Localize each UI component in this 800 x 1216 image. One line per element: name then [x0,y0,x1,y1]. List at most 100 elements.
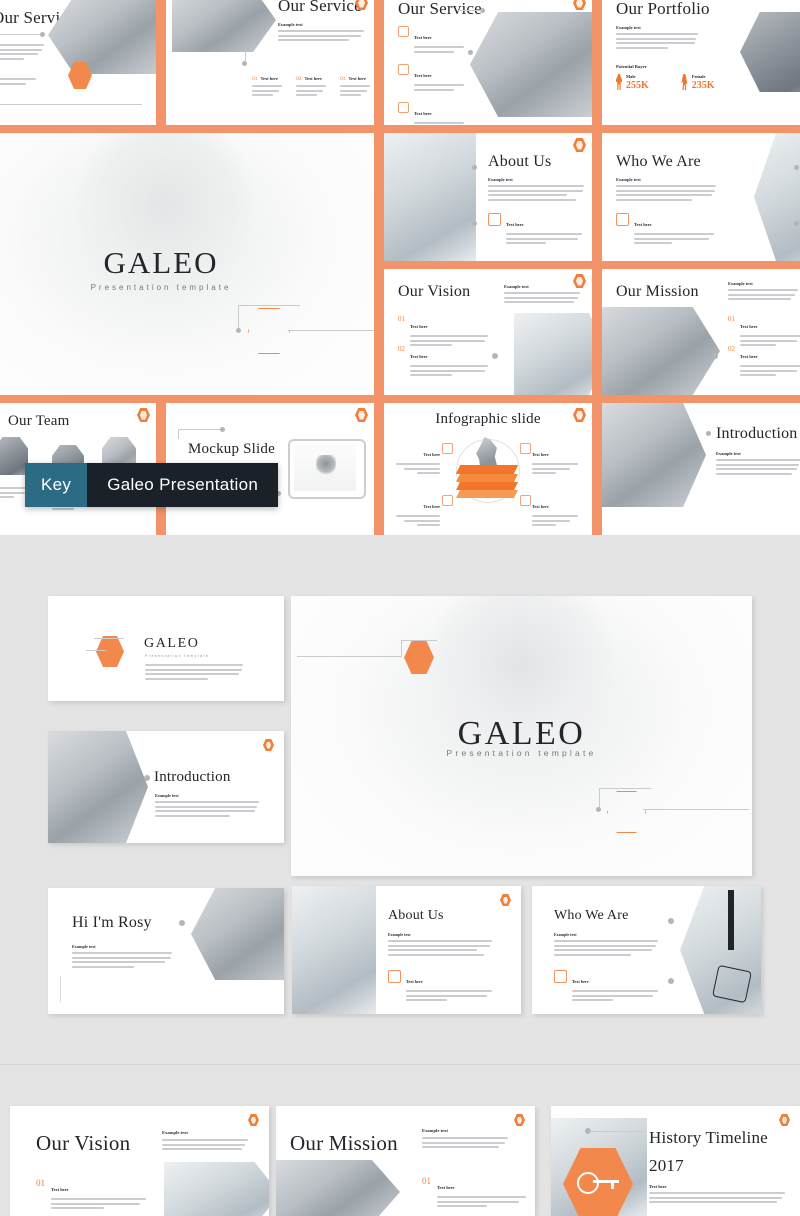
service-number: 03 [340,76,346,82]
card-photo [164,1162,269,1216]
slide-body-text [278,30,364,44]
showcase-card-who-we-are[interactable]: Who We Are Example text Text here [532,886,761,1014]
slide-title: Our Vision [398,283,471,300]
buyer-stat-value: 255K [626,80,649,91]
slide-photo [754,133,800,261]
service-column: 03 Text here [340,76,370,99]
feature-label: Text here [414,111,432,116]
slide-photo [514,313,592,395]
bell-icon [520,495,531,506]
card-feature-item: Text here [388,970,492,1004]
vision-label: Text here [51,1187,69,1192]
grid-slide-about-us[interactable]: About Us Example text Text here [384,133,592,261]
people-icon [398,26,409,37]
connector-line [589,1131,645,1132]
infographic-item: Text here [396,495,440,529]
card-title: GALEO [144,636,200,651]
showcase-card-about-us[interactable]: About Us Example text Text here [292,886,521,1014]
mission-number: 02 [728,345,735,353]
grid-slide-galeo-hero[interactable]: GALEO Presentation template [0,133,374,395]
mission-label: Text here [740,354,758,359]
service-label: Text here [304,76,322,81]
showcase-card-galeo-hero[interactable]: GALEO Presentation template [291,596,752,876]
card-photo [292,886,376,1014]
connector-line [297,656,401,657]
card-body-text [155,801,259,819]
showcase-section-upper: GALEO Presentation template Introduction… [0,535,800,1065]
card-photo [276,1160,400,1216]
slide-body-text [504,292,580,306]
showcase-card-hi-im-rosy[interactable]: Hi I'm Rosy Example text [48,888,284,1014]
sliders-icon [398,64,409,75]
service-number: 02 [296,76,302,82]
grid-slide-our-service-1[interactable]: Our Service [0,0,156,125]
slide-title: Mockup Slide [188,441,275,457]
connector-dot [794,165,799,170]
card-title: Hi I'm Rosy [72,914,152,931]
card-body-text [388,940,492,958]
feature-item: Text here [488,213,582,247]
card-corner-hexagon-icon [514,1114,525,1126]
grid-slide-our-service-3[interactable]: Our Service Text here Text here Text her… [384,0,592,125]
grid-slide-who-we-are[interactable]: Who We Are Example text Text here [602,133,800,261]
card-feature-label: Text here [572,979,589,984]
slide-title: Introduction [716,425,798,442]
grid-slide-our-mission[interactable]: Our Mission Example text 01 Text here 02… [602,269,800,395]
slide-body-text [488,185,584,203]
vision-number: 01 [36,1178,45,1188]
card-subtitle: Example text [162,1130,188,1135]
grid-slide-introduction[interactable]: Introduction Example text [602,403,800,535]
mission-item: 01 Text here [728,315,800,349]
connector-dot [144,775,150,781]
connector-line [288,330,374,331]
card-title: History Timeline [649,1128,768,1147]
slide-body-text [728,289,798,303]
service-column: 01 Text here [252,76,282,99]
male-icon [616,74,622,90]
slide-title: Our Mission [616,283,699,300]
slide-footer-rule [0,104,142,105]
connector-dot [220,427,225,432]
hero-subtitle: Presentation template [90,283,232,292]
slide-subtitle: Example text [504,284,529,289]
infographic-label: Text here [532,504,549,509]
showcase-card-introduction[interactable]: Introduction Example text [48,731,284,843]
female-icon [681,74,688,90]
feature-label: Text here [414,73,432,78]
slide-photo [384,133,476,261]
presentation-preview-page: Our Service Our Service Example text 01 … [0,0,800,1216]
mission-label: Text here [437,1185,455,1190]
service-columns: 01 Text here 02 Text here 03 Text here [252,76,370,99]
grid-slide-infographic[interactable]: Infographic slide Text here Text here Te… [384,403,592,535]
hero-title: GALEO [103,245,219,280]
connector-dot [668,978,674,984]
card-photo [48,731,148,843]
service-number: 01 [252,76,258,82]
vision-label: Text here [410,354,428,359]
slide-body-text [616,185,716,203]
slide-photo [740,12,800,92]
slide-body-text-2 [0,78,40,87]
connector-dot [40,32,45,37]
grid-slide-our-service-2[interactable]: Our Service Example text 01 Text here 02 [166,0,374,125]
showcase-card-galeo-brand[interactable]: GALEO Presentation template [48,596,284,701]
grid-slide-our-vision[interactable]: Our Vision Example text 01 Text here 02 … [384,269,592,395]
connector-dot [472,165,477,170]
connector-dot [794,221,799,226]
camera-search-icon [388,970,401,983]
card-corner-hexagon-icon [779,1114,790,1126]
grid-slide-our-portfolio[interactable]: Our Portfolio Example text Potential Buy… [602,0,800,125]
camera-search-icon [488,213,501,226]
key-badge: Key Galeo Presentation [25,463,279,507]
vision-number: 01 [398,315,405,323]
slide-subtitle: Example text [616,177,641,182]
card-subtitle: Example text [155,793,179,798]
buyer-stat-label: Female [691,74,706,79]
card-photo [191,888,284,980]
infographic-label: Text here [423,452,440,457]
connector-dot [492,353,498,359]
slide-corner-hexagon-icon [573,274,586,288]
connector-dot [596,807,601,812]
showcase-section-lower: Our Vision Example text 01 Text here Our… [0,1066,800,1216]
potential-buyer-label: Potential Buyer [616,64,647,69]
